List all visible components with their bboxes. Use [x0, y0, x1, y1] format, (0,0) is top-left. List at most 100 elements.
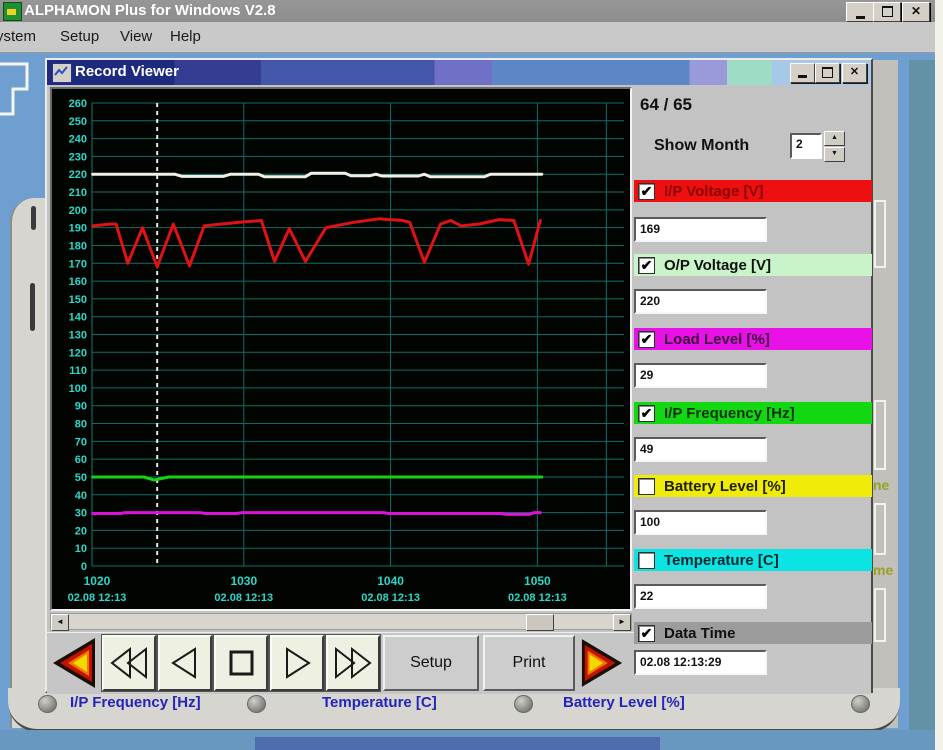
record-viewer-window: Record Viewer ✕ 010203040506070809010011…	[45, 58, 873, 693]
y-tick-label: 160	[69, 276, 87, 288]
main-window-title: ALPHAMON Plus for Windows V2.8	[24, 2, 276, 19]
channel-label-i-p-voltage-v: I/P Voltage [V]	[664, 183, 763, 200]
fast-rewind-button[interactable]	[102, 635, 156, 691]
chart-horizontal-scrollbar[interactable]: ◄ ►	[50, 613, 632, 630]
channel-toggle-battery-level[interactable]: Battery Level [%]	[634, 475, 872, 497]
red-right-arrow-icon	[580, 637, 624, 689]
scroll-left-arrow[interactable]: ◄	[51, 614, 69, 631]
spin-up-button[interactable]: ▲	[824, 131, 845, 146]
series-i-p-frequency-hz	[93, 477, 542, 480]
maximize-button[interactable]	[873, 2, 901, 22]
led-indicator	[851, 695, 870, 713]
channel-toggle-load-level[interactable]: ✔Load Level [%]	[634, 328, 872, 350]
record-chart[interactable]: 0102030405060708090100110120130140150160…	[50, 87, 632, 611]
step-forward-button[interactable]	[270, 635, 324, 691]
spin-down-button[interactable]: ▼	[824, 147, 845, 162]
y-tick-label: 20	[75, 525, 87, 537]
background-widget-fragment	[874, 200, 886, 268]
menu-setup[interactable]: Setup	[60, 28, 99, 45]
show-month-spinner: ▲ ▼	[824, 131, 845, 162]
menu-bar: System Setup View Help	[0, 22, 943, 53]
x-tick-label: 1020	[84, 574, 111, 588]
channel-value-i-p-voltage-v[interactable]: 169	[634, 217, 767, 242]
y-tick-label: 40	[75, 490, 87, 502]
channel-label-battery-level: Battery Level [%]	[664, 478, 786, 495]
background-widget-fragment	[874, 400, 886, 470]
series-i-p-voltage-v	[93, 219, 541, 267]
channel-label-temperature-c: Temperature [C]	[664, 552, 779, 569]
checkbox-load-level[interactable]: ✔	[638, 331, 655, 348]
series-load-level	[93, 513, 541, 515]
channel-toggle-i-p-voltage-v[interactable]: ✔ I/P Voltage [V]	[634, 180, 872, 202]
rv-maximize-button[interactable]	[815, 63, 840, 83]
rewind-icon	[108, 643, 150, 683]
record-viewer-title: Record Viewer	[75, 63, 179, 80]
step-back-button[interactable]	[158, 635, 212, 691]
record-counter: 64 / 65	[640, 95, 692, 115]
channel-toggle-temperature-c[interactable]: Temperature [C]	[634, 549, 872, 571]
led-indicator	[514, 695, 533, 713]
record-viewer-titlebar[interactable]: Record Viewer ✕	[47, 60, 871, 85]
jump-end-button[interactable]	[578, 635, 626, 691]
record-chart-svg: 0102030405060708090100110120130140150160…	[52, 89, 630, 609]
channel-label-data-time: Data Time	[664, 625, 735, 642]
y-tick-label: 10	[75, 543, 87, 555]
menu-system[interactable]: System	[0, 28, 36, 45]
y-tick-label: 60	[75, 454, 87, 466]
channel-toggle-o-p-voltage-v[interactable]: ✔ O/P Voltage [V]	[634, 254, 872, 276]
desktop-bottom-bar	[255, 737, 660, 750]
channel-value-o-p-voltage-v[interactable]: 220	[634, 289, 767, 314]
jump-start-button[interactable]	[49, 635, 99, 691]
play-icon	[277, 643, 317, 683]
scroll-right-arrow[interactable]: ►	[613, 614, 631, 631]
menu-view[interactable]: View	[120, 28, 152, 45]
stop-button[interactable]	[214, 635, 268, 691]
y-tick-label: 230	[69, 151, 87, 163]
y-tick-label: 220	[69, 169, 87, 181]
device-panel-left-edge	[10, 198, 47, 728]
background-schematic	[0, 56, 45, 126]
show-month-input[interactable]: 2	[790, 133, 822, 159]
y-tick-label: 150	[69, 294, 87, 306]
x-tick-sublabel: 02.08 12:13	[508, 592, 567, 604]
checkbox-i-p-voltage-v[interactable]: ✔	[638, 183, 655, 200]
channel-value-load-level[interactable]: 29	[634, 363, 767, 388]
y-tick-label: 180	[69, 240, 87, 252]
scroll-thumb[interactable]	[526, 614, 554, 631]
close-button[interactable]: ✕	[902, 2, 930, 22]
y-tick-label: 80	[75, 419, 87, 431]
print-button[interactable]: Print	[483, 635, 575, 691]
app-icon	[3, 2, 22, 21]
y-tick-label: 140	[69, 312, 87, 324]
panel-label-battery-level: Battery Level [%]	[563, 694, 685, 711]
background-widget-fragment	[874, 588, 886, 642]
panel-label-ip-frequency: I/P Frequency [Hz]	[70, 694, 201, 711]
channel-toggle-i-p-frequency-hz[interactable]: ✔ I/P Frequency [Hz]	[634, 402, 872, 424]
fast-forward-button[interactable]	[326, 635, 380, 691]
rv-minimize-button[interactable]	[790, 63, 815, 83]
background-text-fragment: me	[873, 562, 893, 578]
panel-mark	[30, 283, 35, 331]
rv-close-button[interactable]: ✕	[842, 63, 867, 83]
channel-toggle-data-time[interactable]: ✔ Data Time	[634, 622, 872, 644]
channel-label-i-p-frequency-hz: I/P Frequency [Hz]	[664, 405, 795, 422]
checkbox-battery-level[interactable]	[638, 478, 655, 495]
main-window-titlebar[interactable]: ALPHAMON Plus for Windows V2.8 ✕	[0, 0, 943, 22]
y-tick-label: 30	[75, 508, 87, 520]
channel-value-battery-level[interactable]: 100	[634, 510, 767, 535]
channel-label-o-p-voltage-v: O/P Voltage [V]	[664, 257, 771, 274]
setup-button[interactable]: Setup	[383, 635, 479, 691]
led-indicator	[247, 695, 266, 713]
checkbox-i-p-frequency-hz[interactable]: ✔	[638, 405, 655, 422]
channel-value-i-p-frequency-hz[interactable]: 49	[634, 437, 767, 462]
channel-value-temperature-c[interactable]: 22	[634, 584, 767, 609]
x-tick-sublabel: 02.08 12:13	[361, 592, 420, 604]
channel-value-data-time[interactable]: 02.08 12:13:29	[634, 650, 767, 675]
checkbox-o-p-voltage-v[interactable]: ✔	[638, 257, 655, 274]
checkbox-temperature-c[interactable]	[638, 552, 655, 569]
checkbox-data-time[interactable]: ✔	[638, 625, 655, 642]
y-tick-label: 260	[69, 98, 87, 110]
minimize-button[interactable]	[846, 2, 874, 22]
menu-help[interactable]: Help	[170, 28, 201, 45]
stop-icon	[221, 643, 261, 683]
